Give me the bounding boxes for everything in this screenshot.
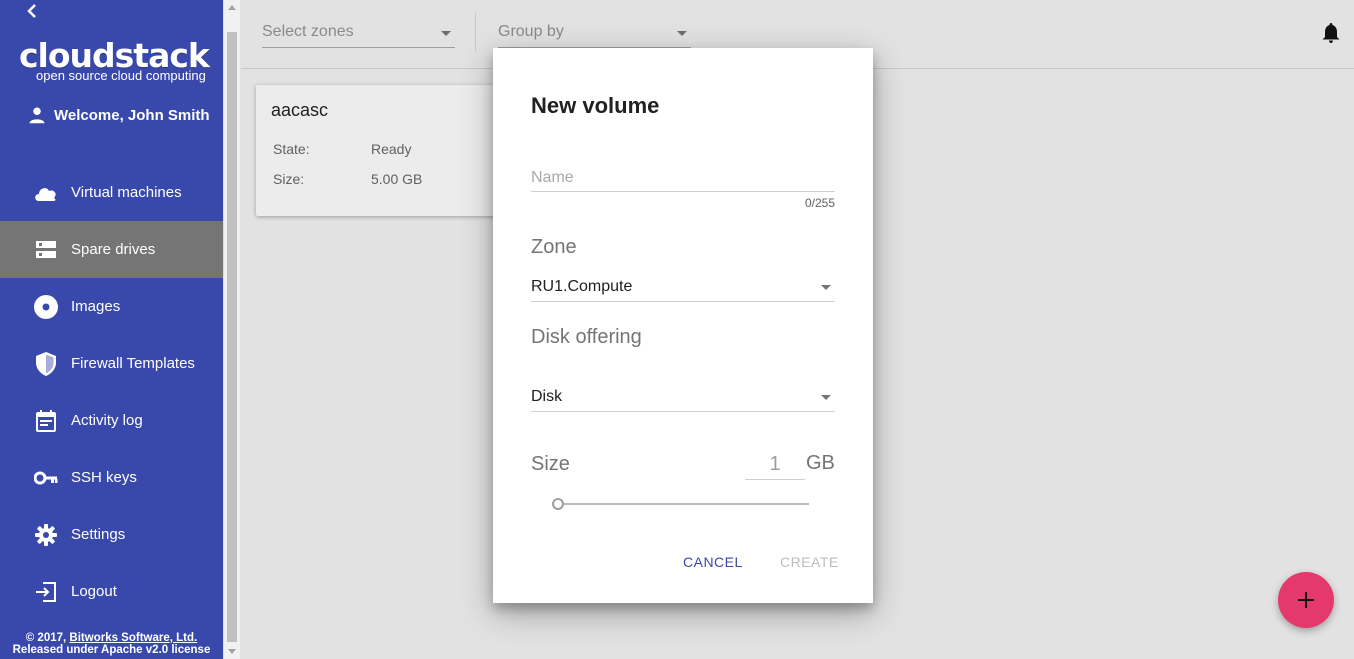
scroll-thumb[interactable] — [227, 32, 237, 642]
user-icon — [29, 107, 45, 124]
chevron-down-icon — [677, 31, 687, 36]
sidebar-item-label: Logout — [71, 583, 117, 600]
sidebar-item-activity-log[interactable]: Activity log — [0, 392, 223, 449]
bell-icon[interactable] — [1322, 23, 1340, 48]
sidebar-item-label: Activity log — [71, 412, 143, 429]
chevron-down-icon — [441, 31, 451, 36]
sidebar-item-label: Settings — [71, 526, 126, 543]
card-size-value: 5.00 GB — [371, 171, 423, 187]
volume-card[interactable]: aacasc State: Ready Size: 5.00 GB — [256, 85, 516, 216]
size-input[interactable]: 1 — [745, 448, 805, 480]
sidebar-nav: Virtual machines Spare drives Images Fir… — [0, 164, 223, 620]
sidebar-item-label: Spare drives — [71, 241, 156, 258]
storage-icon — [33, 237, 59, 263]
name-counter: 0/255 — [804, 196, 835, 210]
zone-select-value: RU1.Compute — [531, 278, 633, 295]
scrollbar[interactable] — [223, 0, 240, 659]
calendar-icon — [33, 408, 59, 434]
sidebar-item-ssh-keys[interactable]: SSH keys — [0, 449, 223, 506]
new-volume-dialog: New volume 0/255 Zone RU1.Compute Disk o… — [493, 48, 873, 603]
welcome-text: Welcome, John Smith — [54, 106, 210, 124]
disk-offering-label: Disk offering — [531, 326, 642, 348]
sidebar-item-settings[interactable]: Settings — [0, 506, 223, 563]
welcome: Welcome, John Smith — [28, 106, 210, 124]
create-button[interactable]: CREATE — [780, 554, 839, 570]
sidebar-item-firewall-templates[interactable]: Firewall Templates — [0, 335, 223, 392]
scroll-down-arrow[interactable] — [228, 649, 236, 654]
shield-icon — [33, 351, 59, 377]
footer-company-link[interactable]: Bitworks Software, Ltd. — [69, 632, 197, 644]
size-slider-track[interactable] — [557, 503, 809, 505]
sidebar-item-label: SSH keys — [71, 469, 137, 486]
chevron-down-icon — [821, 395, 831, 400]
logout-icon — [33, 579, 59, 605]
card-state-row: State: Ready — [273, 141, 411, 157]
disc-icon — [33, 294, 59, 320]
logo-sub: open source cloud computing — [36, 68, 206, 83]
sidebar-item-logout[interactable]: Logout — [0, 563, 223, 620]
scroll-up-arrow[interactable] — [228, 5, 236, 10]
zone-label: Zone — [531, 236, 577, 258]
zones-select[interactable]: Select zones — [262, 18, 455, 48]
group-by-placeholder: Group by — [498, 23, 564, 40]
size-unit: GB — [806, 452, 835, 474]
back-icon[interactable] — [24, 2, 42, 20]
cloud-icon — [33, 180, 59, 206]
cancel-button[interactable]: CANCEL — [683, 554, 743, 570]
sidebar-item-label: Firewall Templates — [71, 355, 195, 372]
add-button[interactable] — [1278, 572, 1334, 628]
footer-license: Released under Apache v2.0 license — [12, 644, 211, 656]
topbar-divider — [475, 13, 476, 51]
zone-select[interactable]: RU1.Compute — [531, 272, 835, 302]
disk-offering-value: Disk — [531, 388, 563, 405]
zones-select-placeholder: Select zones — [262, 23, 354, 40]
sidebar-item-label: Virtual machines — [71, 184, 182, 201]
name-input[interactable] — [531, 164, 835, 192]
size-label: Size — [531, 453, 570, 475]
dialog-title: New volume — [531, 93, 660, 118]
card-state-value: Ready — [371, 141, 412, 157]
card-title: aacasc — [271, 100, 329, 120]
sidebar: cloudstack open source cloud computing W… — [0, 0, 223, 659]
footer: © 2017, Bitworks Software, Ltd. Released… — [0, 632, 223, 656]
group-by-select[interactable]: Group by — [498, 18, 691, 48]
logo: cloudstack open source cloud computing — [19, 38, 210, 84]
sidebar-item-virtual-machines[interactable]: Virtual machines — [0, 164, 223, 221]
footer-prefix: © 2017, — [25, 632, 70, 644]
gear-icon — [33, 522, 59, 548]
card-state-label: State: — [273, 141, 310, 157]
sidebar-item-spare-drives[interactable]: Spare drives — [0, 221, 223, 278]
size-slider-thumb[interactable] — [552, 498, 564, 510]
card-size-label: Size: — [273, 171, 305, 187]
plus-icon — [1298, 592, 1314, 608]
key-icon — [33, 465, 59, 491]
sidebar-item-images[interactable]: Images — [0, 278, 223, 335]
disk-offering-select[interactable]: Disk — [531, 382, 835, 412]
sidebar-item-label: Images — [71, 298, 121, 315]
card-size-row: Size: 5.00 GB — [273, 171, 422, 187]
chevron-down-icon — [821, 285, 831, 290]
